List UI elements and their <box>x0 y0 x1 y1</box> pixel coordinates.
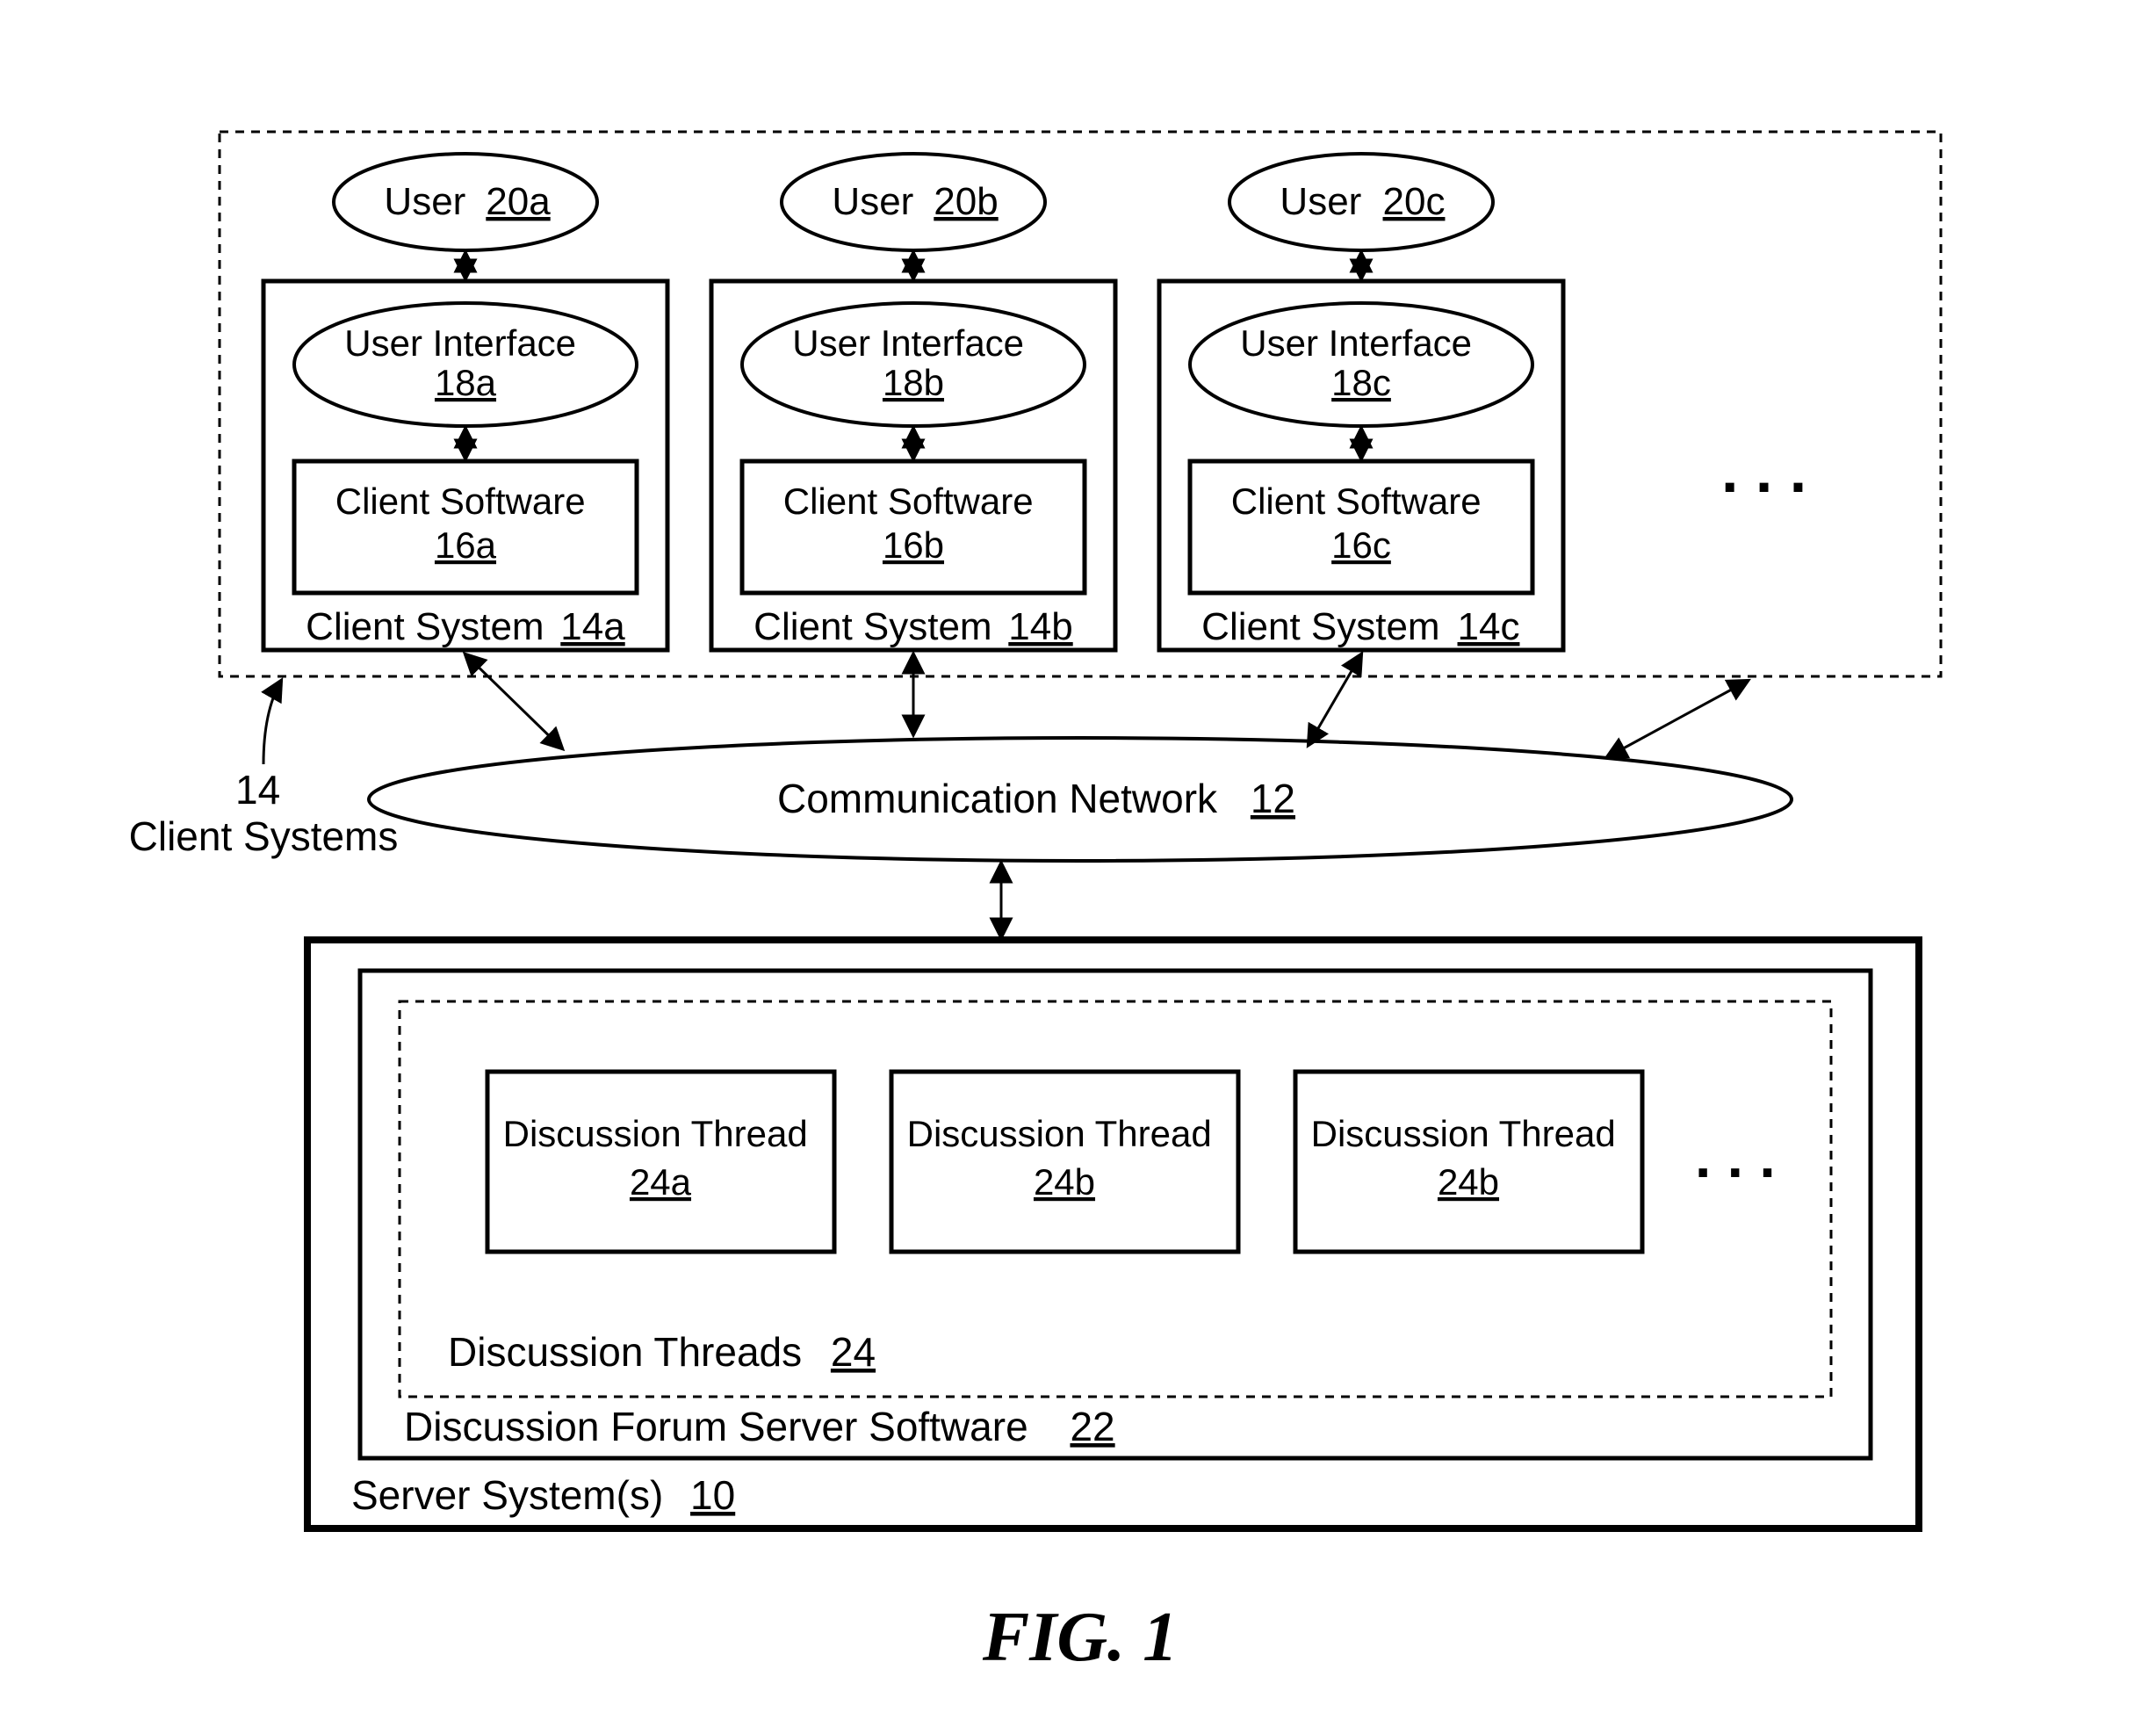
svg-text:Client System 14c: Client System 14c <box>1201 605 1519 648</box>
threads-ellipsis: . . . <box>1695 1124 1776 1189</box>
threads-group-label: Discussion Threads <box>448 1329 802 1375</box>
server-system: Server System(s) 10 Discussion Forum Ser… <box>307 940 1919 1528</box>
client-system-a: User 20a Client System 14a User Interfac… <box>263 154 667 650</box>
arrow-client-c-to-network <box>1309 654 1361 745</box>
ui-ref: 18a <box>435 362 497 403</box>
client-systems-label: Client Systems <box>129 813 399 859</box>
client-system-b: User 20b Client System 14b User Interfac… <box>711 154 1115 650</box>
server-system-ref: 10 <box>690 1472 735 1518</box>
ui-label: User Interface <box>344 322 576 364</box>
svg-text:Client System 14a: Client System 14a <box>306 605 625 648</box>
svg-text:Communication Network 12: Communication Network 12 <box>777 776 1295 821</box>
client-systems-ref: 14 <box>235 767 280 813</box>
threads-group-ref: 24 <box>831 1329 876 1375</box>
forum-software-label: Discussion Forum Server Software <box>404 1404 1028 1449</box>
user-label: User <box>384 180 465 223</box>
discussion-thread-c: Discussion Thread 24b <box>1295 1072 1642 1252</box>
svg-text:User 20c: User 20c <box>1280 180 1445 223</box>
client-system-c: User 20c Client System 14c User Interfac… <box>1159 154 1563 650</box>
client-system-ref: 14a <box>560 605 625 648</box>
discussion-thread-a: Discussion Thread 24a <box>487 1072 834 1252</box>
svg-text:Client System 14b: Client System 14b <box>754 605 1073 648</box>
discussion-thread-b: Discussion Thread 24b <box>891 1072 1238 1252</box>
user-ref: 20a <box>486 180 551 223</box>
svg-text:User 20a: User 20a <box>384 180 551 223</box>
network-label: Communication Network <box>777 776 1218 821</box>
svg-text:Discussion Threads 24: Discussion Threads 24 <box>448 1329 876 1375</box>
client-system-label: Client System <box>306 605 544 648</box>
svg-text:User 20b: User 20b <box>832 180 998 223</box>
sw-ref: 16a <box>435 524 497 566</box>
forum-software-ref: 22 <box>1070 1404 1114 1449</box>
svg-text:Discussion Forum Server Softwa: Discussion Forum Server Software 22 <box>404 1404 1115 1449</box>
network-ref: 12 <box>1251 776 1295 821</box>
arrow-ellipsis-to-network <box>1607 681 1748 757</box>
clients-ellipsis: . . . <box>1721 437 1806 505</box>
server-system-label: Server System(s) <box>351 1472 663 1518</box>
communication-network: Communication Network 12 <box>369 738 1792 861</box>
figure-caption: FIG. 1 <box>982 1599 1178 1676</box>
arrow-client-a-to-network <box>465 654 562 748</box>
sw-label: Client Software <box>335 480 586 522</box>
svg-text:14 Client Systems: 14 Client Systems <box>129 767 399 859</box>
